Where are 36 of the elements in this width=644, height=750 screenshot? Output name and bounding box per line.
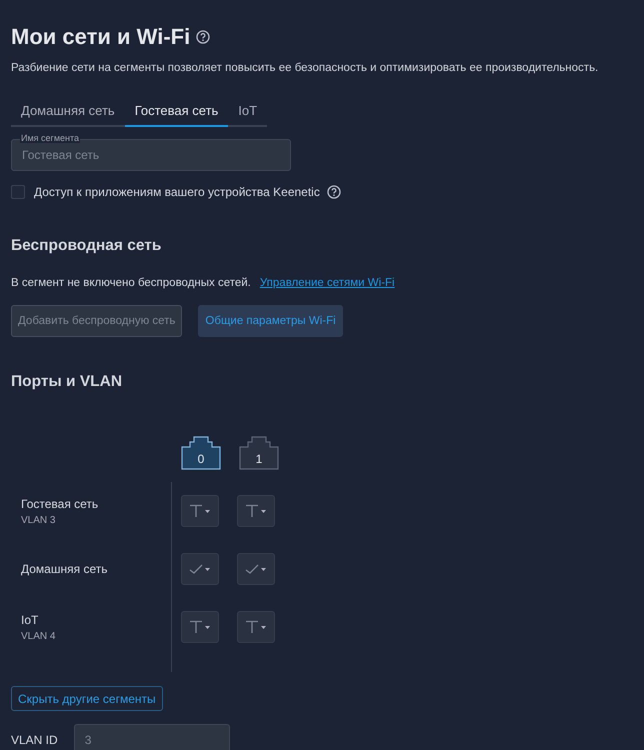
check-icon: [245, 562, 267, 576]
segment-tab[interactable]: IoT: [228, 97, 268, 127]
tagged-icon: [245, 620, 267, 634]
vlan-label: VLAN 4: [21, 630, 56, 642]
segment-name: Гостевая сеть: [21, 496, 100, 510]
manage-wifi-link[interactable]: Управление сетями Wi-Fi: [260, 277, 395, 289]
segment-name: Домашняя сеть: [21, 562, 108, 576]
port-icon[interactable]: 0: [181, 436, 221, 470]
check-icon: [189, 562, 211, 576]
tagged-icon: [245, 504, 267, 518]
tagged-mode-button[interactable]: [237, 611, 275, 643]
help-icon[interactable]: [326, 185, 341, 199]
page-description: Разбиение сети на сегменты позволяет повысить ее безопасность и оптимизировать ее производительность.: [11, 62, 600, 74]
tagged-icon: [189, 620, 211, 634]
tagged-mode-button[interactable]: [181, 611, 219, 643]
tagged-icon: [189, 504, 211, 518]
section-heading: Порты и VLAN: [11, 373, 124, 391]
checkbox[interactable]: [11, 185, 25, 199]
field-label: Имя сегмента: [20, 133, 80, 143]
untagged-mode-button[interactable]: [237, 553, 275, 585]
vlan-id-label: VLAN ID: [11, 733, 58, 747]
hide-segments-button[interactable]: Скрыть другие сегменты: [11, 686, 163, 711]
tagged-mode-button[interactable]: [237, 495, 275, 527]
segment-tab[interactable]: Гостевая сеть: [124, 97, 228, 127]
vlan-label: VLAN 3: [21, 514, 56, 526]
wireless-button[interactable]: Общие параметры Wi-Fi: [198, 305, 343, 337]
tagged-mode-button[interactable]: [181, 495, 219, 527]
port-icon[interactable]: 1: [239, 436, 279, 470]
untagged-mode-button[interactable]: [181, 553, 219, 585]
help-icon[interactable]: [196, 30, 210, 44]
wireless-note: В сегмент не включено беспроводных сетей.: [11, 277, 251, 289]
segment-name: IoT: [21, 612, 40, 626]
segment-tab[interactable]: Домашняя сеть: [11, 97, 125, 127]
checkbox-label: Доступ к приложениям вашего устройства Keenetic: [34, 185, 320, 199]
section-heading: Беспроводная сеть: [11, 237, 162, 255]
page-title: Мои сети и Wi-Fi: [11, 24, 190, 50]
